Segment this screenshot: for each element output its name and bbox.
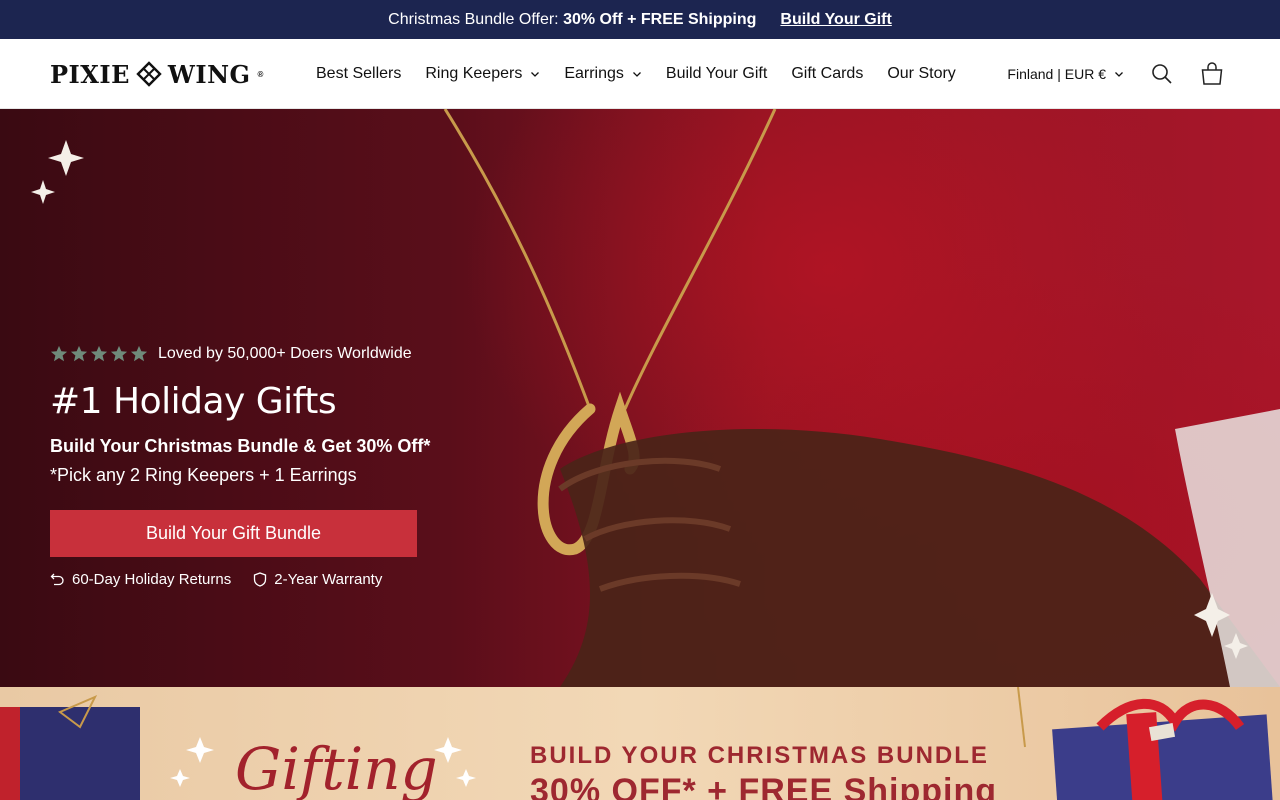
logo-text-left: PIXIE <box>50 59 130 89</box>
announcement-bar: Christmas Bundle Offer: 30% Off + FREE S… <box>0 0 1280 39</box>
chevron-down-icon <box>531 72 540 77</box>
announcement-link[interactable]: Build Your Gift <box>780 11 891 29</box>
nav-best-sellers[interactable]: Best Sellers <box>316 65 401 83</box>
chevron-down-icon <box>1115 72 1123 77</box>
star-icon <box>70 345 88 362</box>
nav-label: Our Story <box>887 65 956 82</box>
nav-label: Best Sellers <box>316 65 402 82</box>
announcement-text: Christmas Bundle Offer: 30% Off + FREE S… <box>388 11 756 29</box>
warranty-label: 2-Year Warranty <box>274 571 383 588</box>
logo[interactable]: PIXIE WING ® <box>50 59 264 89</box>
star-icon <box>110 345 128 362</box>
rating-text: Loved by 50,000+ Doers Worldwide <box>158 345 412 362</box>
locale-label: Finland | EUR € <box>1007 66 1106 82</box>
returns-badge: 60-Day Holiday Returns <box>50 571 231 588</box>
hero-subheadline: Build Your Christmas Bundle & Get 30% Of… <box>50 436 431 456</box>
build-gift-bundle-button[interactable]: Build Your Gift Bundle <box>50 510 417 557</box>
hero-banner: Loved by 50,000+ Doers Worldwide #1 Holi… <box>0 109 1280 687</box>
cart-button[interactable] <box>1200 62 1224 86</box>
nav-earrings[interactable]: Earrings <box>564 65 642 83</box>
trust-badges: 60-Day Holiday Returns 2-Year Warranty <box>50 571 470 588</box>
hero-content: Loved by 50,000+ Doers Worldwide #1 Holi… <box>50 345 470 588</box>
announcement-lead: Christmas Bundle Offer: <box>388 10 559 28</box>
promo-banner[interactable]: Gifting BUILD YOUR CHRISTMAS BUNDLE 30% … <box>0 687 1280 800</box>
nav-label: Earrings <box>564 65 624 82</box>
hero-headline: #1 Holiday Gifts <box>50 381 337 422</box>
rating-row: Loved by 50,000+ Doers Worldwide <box>50 345 470 363</box>
hero-fine-print: *Pick any 2 Ring Keepers + 1 Earrings <box>50 465 357 485</box>
shopping-bag-icon <box>1201 62 1223 85</box>
logo-text-right: WING <box>167 59 251 89</box>
site-header: PIXIE WING ® Best Sellers Ring Keepers E… <box>0 39 1280 109</box>
star-icon <box>50 345 68 362</box>
returns-label: 60-Day Holiday Returns <box>72 571 232 588</box>
search-icon <box>1152 64 1172 84</box>
nav-our-story[interactable]: Our Story <box>887 65 955 83</box>
chevron-down-icon <box>632 72 641 77</box>
logo-registered-mark: ® <box>257 69 264 79</box>
nav-label: Ring Keepers <box>425 65 523 82</box>
shield-icon <box>254 572 267 587</box>
nav-label: Gift Cards <box>791 65 864 82</box>
locale-selector[interactable]: Finland | EUR € <box>1007 66 1124 82</box>
return-arrow-icon <box>50 573 64 586</box>
nav-build-your-gift[interactable]: Build Your Gift <box>666 65 767 83</box>
promo-title: BUILD YOUR CHRISTMAS BUNDLE <box>530 742 989 769</box>
promo-script-text: Gifting <box>235 735 438 800</box>
star-icon <box>90 345 108 362</box>
nav-ring-keepers[interactable]: Ring Keepers <box>425 65 540 83</box>
header-utilities: Finland | EUR € <box>1007 39 1224 109</box>
rating-stars <box>50 345 148 363</box>
star-icon <box>130 345 148 362</box>
warranty-badge: 2-Year Warranty <box>253 571 382 588</box>
announcement-highlight: 30% Off + FREE Shipping <box>563 10 757 28</box>
logo-diamond-icon <box>136 61 162 87</box>
nav-gift-cards[interactable]: Gift Cards <box>791 65 863 83</box>
nav-label: Build Your Gift <box>665 65 768 82</box>
search-button[interactable] <box>1150 62 1174 86</box>
main-nav: Best Sellers Ring Keepers Earrings Build… <box>316 39 956 109</box>
promo-subtitle: 30% OFF* + FREE Shipping <box>530 772 997 800</box>
